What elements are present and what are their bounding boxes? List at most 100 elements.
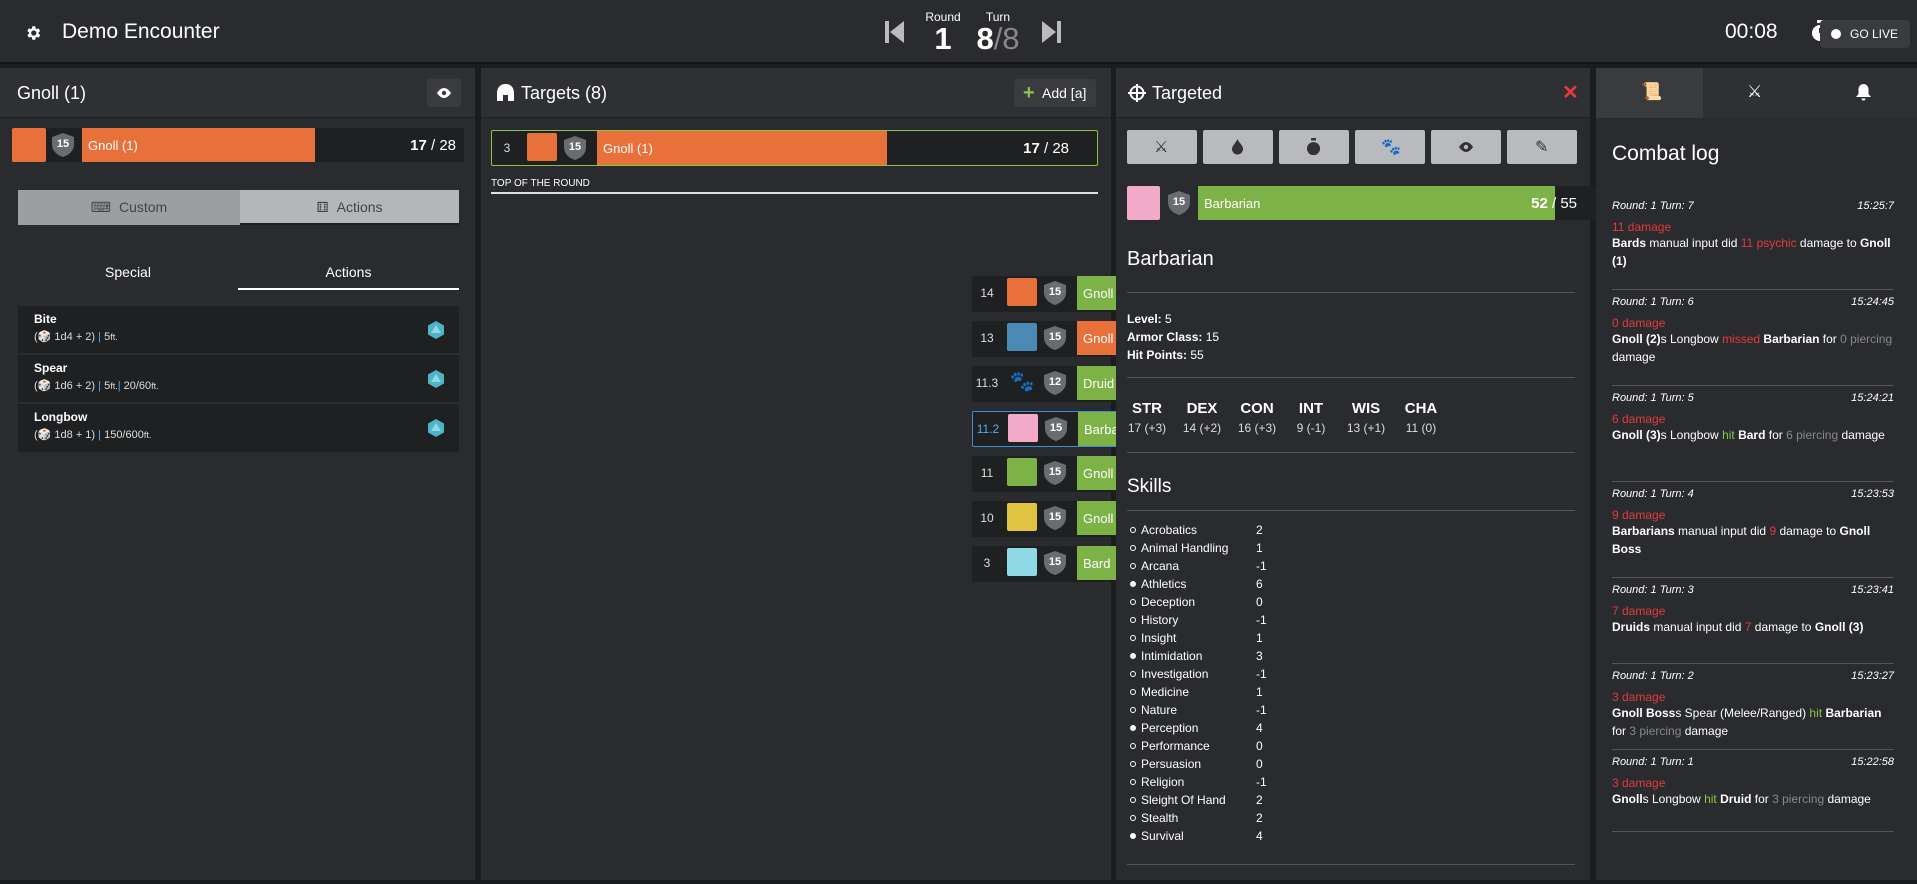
divider	[1127, 452, 1575, 453]
crossed-swords-icon: ⚔	[1747, 82, 1763, 101]
damage-amount: 3 damage	[1612, 776, 1666, 790]
log-entry: Round: 1 Turn: 1 15:22:58 3 damage Gnolls L…	[1612, 756, 1894, 832]
d20-icon[interactable]	[427, 320, 445, 340]
action-longbow[interactable]: Longbow (🎲 1d8 + 1) | 150/600ft.	[18, 404, 459, 452]
damage-button[interactable]	[1203, 130, 1273, 164]
proficiency-dot-icon	[1130, 635, 1136, 641]
timer-button[interactable]	[1279, 130, 1349, 164]
next-turn-icon[interactable]	[1040, 18, 1062, 46]
timer: 00:08	[1725, 20, 1828, 44]
log-entry: Round: 1 Turn: 3 15:23:41 7 damage Druids m…	[1612, 584, 1894, 664]
keyboard-icon: ⌨	[90, 199, 111, 215]
d20-icon[interactable]	[427, 369, 445, 389]
dragon-avatar-icon	[1007, 278, 1037, 306]
proficiency-dot-icon	[1130, 797, 1136, 803]
skill-value: -1	[1256, 613, 1267, 627]
add-target-button[interactable]: + Add [a]	[1014, 79, 1096, 107]
log-message: Gnoll Bosss Spear (Melee/Ranged) hit Bar…	[1612, 706, 1882, 738]
stat-str: STR 17 (+3)	[1127, 400, 1167, 435]
proficiency-dot-icon	[1130, 581, 1136, 587]
attack-button[interactable]: ⚔	[1127, 130, 1197, 164]
bard-avatar-icon	[1007, 548, 1037, 576]
targets-panel: Targets (8) + Add [a] 3 15 Gnoll (1) 17 …	[481, 68, 1579, 880]
damage-amount: 0 damage	[1612, 316, 1666, 330]
stat-con: CON 16 (+3)	[1237, 400, 1277, 435]
reveal-button[interactable]	[1431, 130, 1501, 164]
proficiency-dot-icon	[1130, 617, 1136, 623]
proficiency-dot-icon	[1130, 725, 1136, 731]
skill-row: Arcana	[1130, 558, 1179, 575]
plus-icon: +	[1023, 82, 1035, 104]
proficiency-dot-icon	[1130, 599, 1136, 605]
tab-actions[interactable]: ⚅ Actions	[240, 190, 459, 225]
skill-row: Sleight Of Hand	[1130, 792, 1226, 809]
skill-row: Insight	[1130, 630, 1176, 647]
hit-points: 17 / 28	[1023, 140, 1069, 157]
companion-button[interactable]: 🐾	[1355, 130, 1425, 164]
proficiency-dot-icon	[1130, 527, 1136, 533]
stopwatch-icon	[1306, 138, 1321, 156]
pencil-icon: ✎	[1535, 139, 1549, 156]
dragon-avatar-icon	[1007, 323, 1037, 351]
tab-custom[interactable]: ⌨ Custom	[18, 190, 240, 225]
skill-row: Nature	[1130, 702, 1177, 719]
skills-title: Skills	[1127, 476, 1172, 497]
stat-cha: CHA 11 (0)	[1404, 400, 1438, 435]
hit-points: 52 / 55	[1531, 195, 1577, 212]
crossed-swords-icon: ⚔	[1154, 139, 1169, 156]
panel-title: Gnoll (1)	[17, 83, 87, 103]
tab-combat-log[interactable]: 📜	[1596, 68, 1703, 118]
log-entry: Round: 1 Turn: 4 15:23:53 9 damage Barbaria…	[1612, 488, 1894, 578]
targeted-name: Barbarian	[1127, 248, 1214, 270]
dragon-avatar-icon	[1007, 503, 1037, 531]
damage-amount: 3 damage	[1612, 690, 1666, 704]
proficiency-dot-icon	[1130, 563, 1136, 569]
d20-icon[interactable]	[427, 418, 445, 438]
skill-value: 1	[1256, 631, 1263, 645]
skill-value: 4	[1256, 721, 1263, 735]
damage-amount: 9 damage	[1612, 508, 1666, 522]
active-turn-row[interactable]: 3 15 Gnoll (1) 17 / 28	[491, 130, 1098, 166]
stat-int: INT 9 (-1)	[1296, 400, 1326, 435]
proficiency-dot-icon	[1130, 779, 1136, 785]
log-title: Combat log	[1612, 142, 1720, 165]
action-spear[interactable]: Spear (🎲 1d6 + 2) | 5ft.| 20/60ft.	[18, 355, 459, 403]
top-bar: Demo Encounter Round 1 Turn 8/8 00:08 GO…	[0, 0, 1917, 64]
skill-value: 6	[1256, 577, 1263, 591]
paw-icon: 🐾	[1381, 139, 1401, 156]
subtab-special[interactable]: Special	[18, 264, 238, 280]
dragon-avatar-icon	[1007, 458, 1037, 486]
edit-button[interactable]: ✎	[1507, 130, 1577, 164]
targeted-health-row: 15 Barbarian 52 / 55	[1127, 186, 1625, 220]
go-live-button[interactable]: GO LIVE	[1820, 20, 1910, 48]
skill-value: 4	[1256, 829, 1263, 843]
turn-counter: Turn 8/8	[976, 10, 1020, 56]
gear-icon[interactable]	[24, 24, 42, 42]
eye-icon	[1459, 142, 1473, 152]
action-bite[interactable]: Bite (🎲 1d4 + 2) | 5ft.	[18, 306, 459, 354]
log-entry: Round: 1 Turn: 5 15:24:21 6 damage Gnoll (3…	[1612, 392, 1894, 482]
skill-value: -1	[1256, 667, 1267, 681]
skill-value: 2	[1256, 793, 1263, 807]
dice-icon: ⚅	[316, 199, 329, 215]
toggle-visibility-button[interactable]	[427, 79, 461, 107]
subtab-actions[interactable]: Actions	[238, 264, 459, 290]
health-bar: Gnoll (1)	[597, 131, 887, 165]
skill-value: 3	[1256, 649, 1263, 663]
close-icon[interactable]: ✕	[1562, 80, 1579, 105]
tab-attacks[interactable]: ⚔	[1703, 68, 1810, 118]
skill-value: 0	[1256, 739, 1263, 753]
proficiency-dot-icon	[1130, 671, 1136, 677]
previous-turn-icon[interactable]	[884, 18, 906, 46]
damage-amount: 6 damage	[1612, 412, 1666, 426]
skill-value: 2	[1256, 523, 1263, 537]
tab-notifications[interactable]	[1810, 68, 1917, 118]
skill-row: Performance	[1130, 738, 1210, 755]
round-counter: Round 1	[925, 10, 961, 56]
skill-row: Persuasion	[1130, 756, 1201, 773]
dragon-avatar-icon	[12, 128, 46, 162]
skill-value: 0	[1256, 595, 1263, 609]
skill-value: 0	[1256, 757, 1263, 771]
skill-value: -1	[1256, 559, 1267, 573]
proficiency-dot-icon	[1130, 653, 1136, 659]
